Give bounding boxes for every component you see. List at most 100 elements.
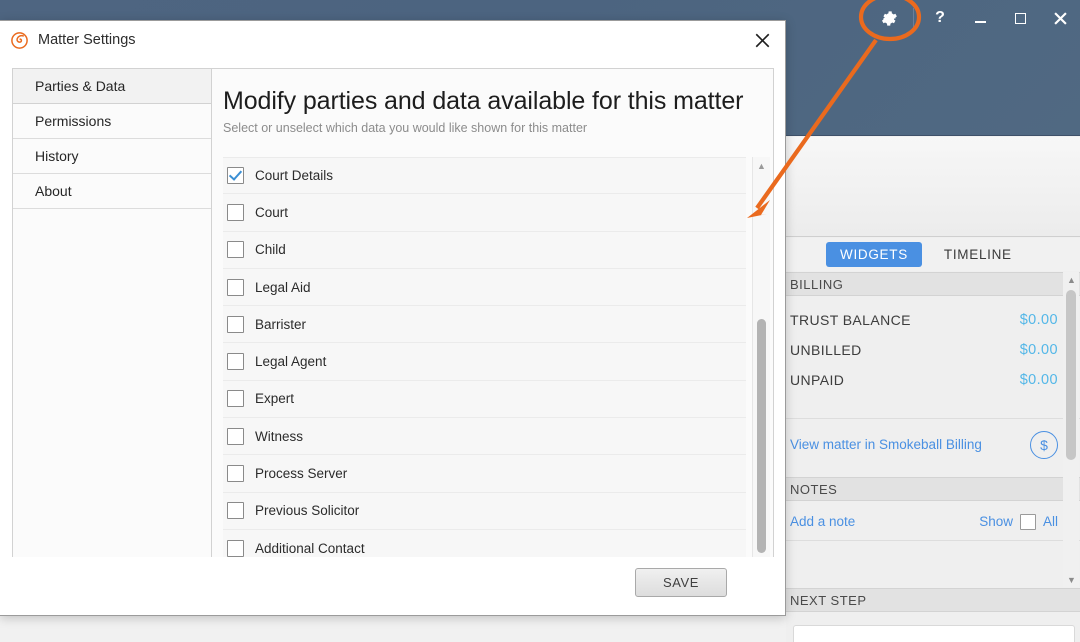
- billing-amount: $0.00: [1019, 312, 1058, 328]
- checkbox-legal-aid[interactable]: [227, 278, 244, 296]
- list-item-label: Process Server: [255, 466, 348, 482]
- save-button[interactable]: SAVE: [635, 568, 727, 597]
- next-step-section-header: NEXT STEP: [786, 588, 1080, 612]
- smokeball-logo-icon: [9, 30, 29, 50]
- billing-row-trust-balance: TRUST BALANCE $0.00: [786, 305, 1080, 335]
- dialog-close-button[interactable]: [747, 25, 777, 55]
- checkbox-barrister[interactable]: [227, 315, 244, 333]
- billing-label: UNBILLED: [790, 342, 862, 358]
- list-item-label: Legal Aid: [255, 279, 311, 295]
- sidebar-item-label: History: [35, 148, 79, 164]
- sidebar-item-history[interactable]: History: [13, 139, 211, 174]
- dollar-circle-icon[interactable]: $: [1030, 430, 1058, 459]
- settings-gear-button[interactable]: [867, 1, 911, 35]
- checkbox-witness[interactable]: [227, 427, 244, 445]
- titlebar-separator: [913, 8, 914, 28]
- list-item[interactable]: Court Details: [223, 157, 746, 195]
- question-mark-icon: ?: [935, 9, 945, 26]
- scroll-up-icon[interactable]: ▲: [753, 157, 770, 174]
- maximize-button[interactable]: [1000, 1, 1040, 35]
- gear-icon: [881, 10, 897, 26]
- all-label: All: [1042, 514, 1058, 529]
- list-item-label: Court Details: [255, 168, 334, 184]
- checkbox-child[interactable]: [227, 241, 244, 259]
- close-icon: [755, 33, 769, 47]
- list-item[interactable]: Court: [223, 194, 746, 232]
- checkbox-previous-solicitor[interactable]: [227, 502, 244, 520]
- checkbox-court[interactable]: [227, 203, 244, 221]
- window-controls: ?: [867, 0, 1080, 36]
- list-item[interactable]: Barrister: [223, 306, 746, 344]
- close-icon: [1053, 11, 1067, 25]
- tab-timeline[interactable]: TIMELINE: [944, 247, 1012, 262]
- list-item-label: Legal Agent: [255, 354, 327, 370]
- page-title: Modify parties and data available for th…: [223, 87, 744, 115]
- list-scrollbar-thumb[interactable]: [757, 319, 766, 553]
- notes-empty-area: [786, 542, 1080, 587]
- billing-row-unpaid: UNPAID $0.00: [786, 365, 1080, 395]
- close-button[interactable]: [1040, 1, 1080, 35]
- sidebar-item-about[interactable]: About: [13, 174, 211, 209]
- billing-amount: $0.00: [1019, 342, 1058, 358]
- dialog-title: Matter Settings: [38, 32, 136, 48]
- show-all-toggle[interactable]: Show All: [979, 513, 1058, 530]
- checkbox-expert[interactable]: [227, 390, 244, 408]
- minimize-button[interactable]: [960, 1, 1000, 35]
- checkbox-additional-contact[interactable]: [227, 539, 244, 557]
- sidebar-item-label: Permissions: [35, 113, 112, 129]
- billing-label: TRUST BALANCE: [790, 312, 911, 328]
- add-note-row[interactable]: Add a note Show All: [786, 503, 1080, 541]
- checkbox-process-server[interactable]: [227, 465, 244, 483]
- screen: ? WIDGETS TIMELINE BILLING TRUST BALANCE…: [0, 0, 1080, 642]
- sidebar-item-permissions[interactable]: Permissions: [13, 104, 211, 139]
- billing-amount: $0.00: [1019, 372, 1058, 388]
- list-item[interactable]: Witness: [223, 418, 746, 456]
- show-all-checkbox[interactable]: [1019, 513, 1036, 530]
- data-options-list: Court Details Court Child Legal Aid Barr…: [223, 157, 746, 585]
- list-item[interactable]: Child: [223, 231, 746, 269]
- scroll-up-icon[interactable]: ▲: [1067, 275, 1076, 285]
- matter-settings-dialog: Matter Settings Parties & Data Permissio…: [0, 20, 786, 616]
- list-item-label: Court: [255, 204, 289, 220]
- list-item[interactable]: Previous Solicitor: [223, 492, 746, 530]
- billing-row-unbilled: UNBILLED $0.00: [786, 335, 1080, 365]
- billing-label: UNPAID: [790, 372, 845, 388]
- sidebar-item-label: Parties & Data: [35, 78, 126, 94]
- panel-tabs: WIDGETS TIMELINE: [786, 238, 1080, 271]
- list-item-label: Previous Solicitor: [255, 503, 360, 519]
- list-item[interactable]: Legal Aid: [223, 268, 746, 307]
- scroll-down-icon[interactable]: ▼: [1067, 575, 1076, 585]
- dialog-content-pane: Modify parties and data available for th…: [212, 69, 773, 585]
- help-button[interactable]: ?: [920, 1, 960, 35]
- dialog-title-bar: Matter Settings: [0, 21, 785, 59]
- next-step-card: [793, 625, 1075, 642]
- view-matter-in-billing-row[interactable]: View matter in Smokeball Billing $: [786, 418, 1080, 470]
- list-item-label: Child: [255, 242, 286, 258]
- list-item[interactable]: Process Server: [223, 455, 746, 493]
- list-item-label: Additional Contact: [255, 540, 365, 556]
- list-item[interactable]: Expert: [223, 380, 746, 419]
- data-options-list-wrapper: Court Details Court Child Legal Aid Barr…: [223, 157, 773, 585]
- maximize-icon: [1014, 12, 1026, 24]
- dialog-body: Parties & Data Permissions History About…: [12, 68, 774, 586]
- tab-widgets[interactable]: WIDGETS: [826, 242, 922, 267]
- list-scrollbar[interactable]: ▲ ▼: [752, 157, 770, 585]
- billing-section-header: BILLING: [786, 272, 1080, 296]
- panel-toolbar-area: [786, 137, 1080, 237]
- checkbox-court-details[interactable]: [227, 167, 244, 185]
- dialog-sidebar: Parties & Data Permissions History About: [13, 69, 212, 585]
- content-header: Modify parties and data available for th…: [212, 69, 773, 135]
- sidebar-item-label: About: [35, 183, 72, 199]
- add-note-link[interactable]: Add a note: [790, 514, 855, 529]
- panel-scrollbar-thumb[interactable]: [1066, 290, 1076, 460]
- view-matter-link[interactable]: View matter in Smokeball Billing: [790, 437, 982, 452]
- list-item-label: Expert: [255, 391, 295, 407]
- dialog-footer: SAVE: [0, 557, 785, 615]
- notes-section-header: NOTES: [786, 477, 1080, 501]
- show-label: Show: [979, 514, 1013, 529]
- minimize-icon: [974, 21, 986, 23]
- list-item[interactable]: Legal Agent: [223, 343, 746, 381]
- sidebar-item-parties-and-data[interactable]: Parties & Data: [13, 69, 211, 104]
- list-item-label: Witness: [255, 428, 304, 444]
- checkbox-legal-agent[interactable]: [227, 353, 244, 371]
